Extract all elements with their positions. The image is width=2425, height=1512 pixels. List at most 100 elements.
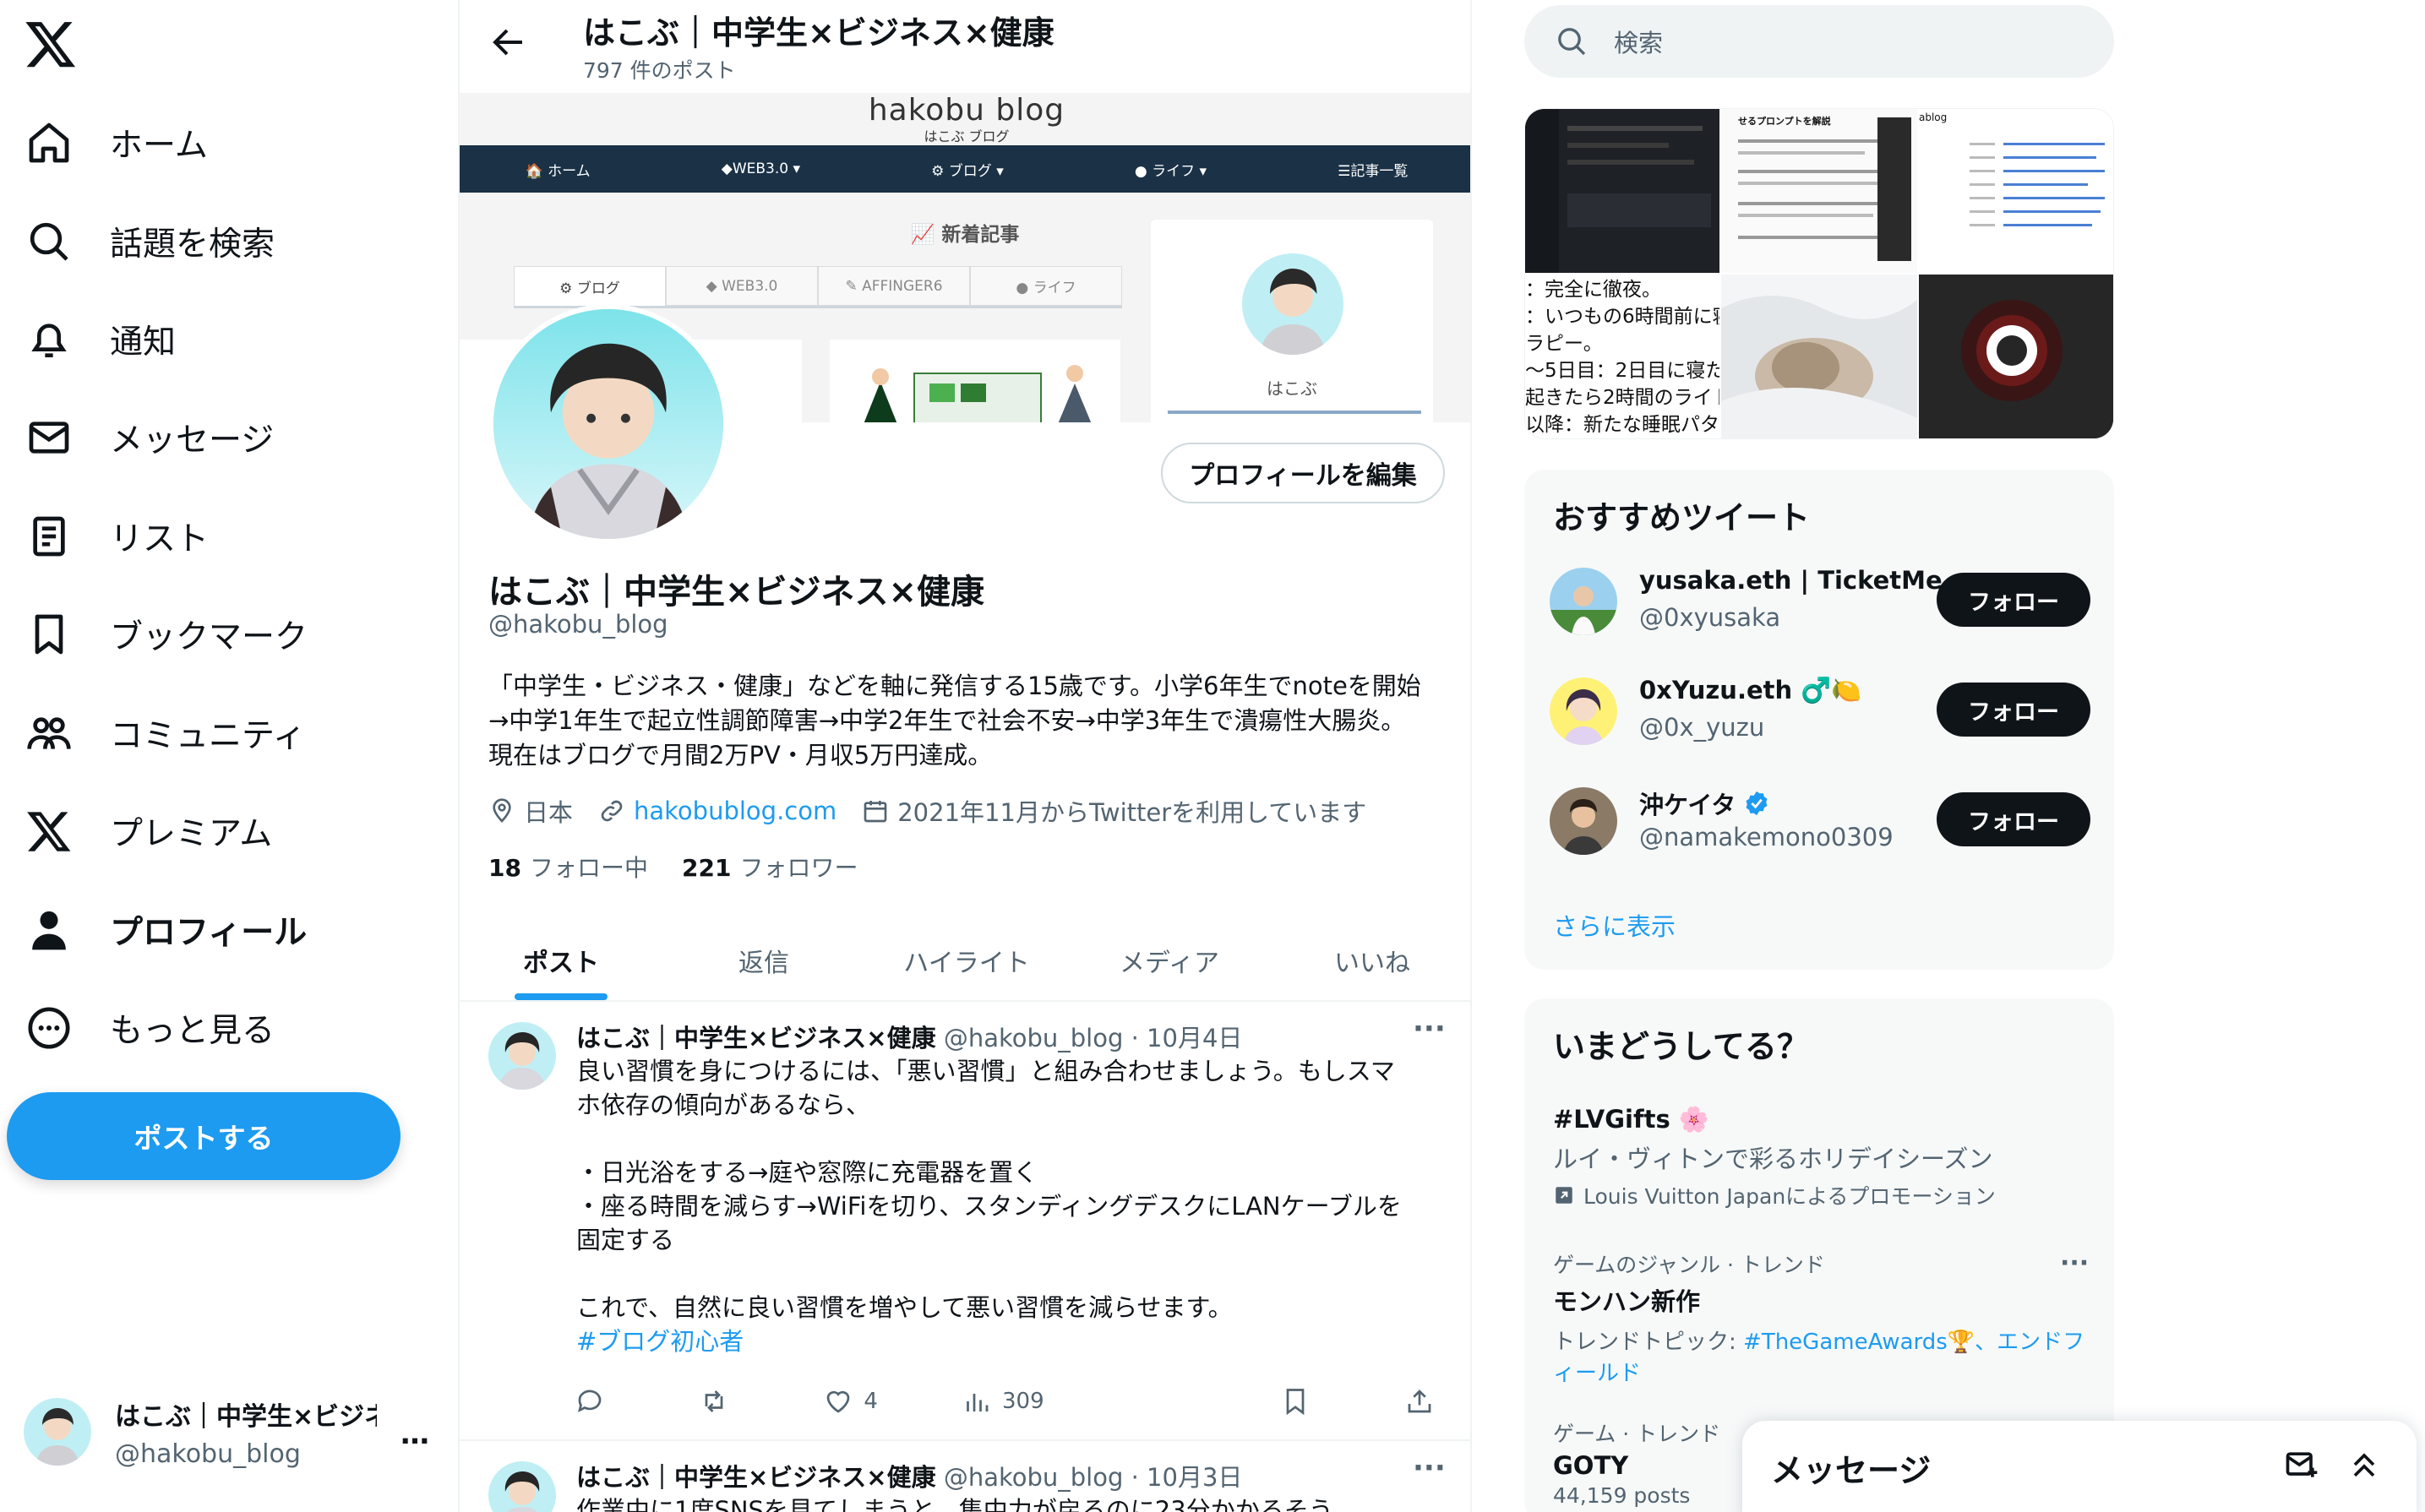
nav-label: 話題を検索 xyxy=(110,226,275,264)
avatar xyxy=(24,1398,91,1466)
banner-nav-item: ● ライフ ▾ xyxy=(1134,162,1207,180)
trend-category: ゲームのジャンル · トレンド xyxy=(1553,1253,1825,1277)
recommended-panel: おすすめツイート yusaka.eth | TicketMe @0xyusaka… xyxy=(1524,470,2114,970)
reply-button[interactable] xyxy=(575,1386,615,1417)
tweet-actions: 4 309 xyxy=(575,1380,1445,1422)
nav-item-lists[interactable]: リスト xyxy=(17,498,439,574)
show-more-link[interactable]: さらに表示 xyxy=(1553,907,1676,943)
trend-description: ルイ・ヴィトンで彩るホリデイシーズン xyxy=(1553,1145,1993,1173)
recommended-handle: @0xyusaka xyxy=(1639,603,1781,632)
post-count: 797 件のポスト xyxy=(583,58,736,83)
recommended-user[interactable]: 沖ケイタ @namakemono0309 フォロー xyxy=(1550,779,2099,863)
more-icon[interactable]: … xyxy=(401,1417,429,1451)
banner-tab: ◆ WEB3.0 xyxy=(666,266,818,306)
recommended-user[interactable]: 0xYuzu.eth ♂️🍋 @0x_yuzu フォロー xyxy=(1550,669,2099,753)
search-bar[interactable]: 検索 xyxy=(1524,5,2114,78)
page-title: はこぶ｜中学生×ビジネス×健康 xyxy=(583,14,1054,52)
media-thumbnail[interactable] xyxy=(1919,275,2113,438)
post-button[interactable]: ポストする xyxy=(7,1092,401,1180)
back-arrow-icon[interactable] xyxy=(488,22,529,63)
recommended-user[interactable]: yusaka.eth | TicketMe @0xyusaka フォロー xyxy=(1550,559,2099,644)
nav-item-explore[interactable]: 話題を検索 xyxy=(17,204,439,280)
tweet[interactable]: はこぶ｜中学生×ビジネス×健康 @hakobu_blog · 10月4日 ···… xyxy=(460,1003,1470,1441)
more-icon[interactable]: ··· xyxy=(1413,1451,1446,1485)
trend-item[interactable]: ゲーム · トレンド GOTY 44,159 posts xyxy=(1553,1417,1720,1508)
avatar[interactable] xyxy=(488,1461,556,1512)
trend-item[interactable]: ゲームのジャンル · トレンド モンハン新作 トレンドトピック: #TheGam… xyxy=(1553,1248,2089,1387)
bookmark-button[interactable] xyxy=(1280,1386,1321,1417)
calendar-icon xyxy=(862,797,889,824)
media-thumbnail[interactable] xyxy=(1525,109,1719,273)
tab-replies[interactable]: 返信 xyxy=(662,921,865,1000)
share-button[interactable] xyxy=(1404,1386,1445,1417)
expand-chevron-icon[interactable] xyxy=(2346,1446,2383,1483)
nav-item-more[interactable]: もっと見る xyxy=(17,990,439,1066)
banner-nav-item: ◆WEB3.0 ▾ xyxy=(721,160,801,177)
follow-button[interactable]: フォロー xyxy=(1937,573,2090,627)
avatar[interactable] xyxy=(1550,568,1617,635)
x-logo-icon xyxy=(25,808,73,855)
tab-likes[interactable]: いいね xyxy=(1271,921,1470,1000)
profile-avatar[interactable] xyxy=(488,304,728,544)
account-switcher[interactable]: はこぶ｜中学生×ビジネ @hakobu_blog … xyxy=(24,1394,429,1470)
media-thumbnail[interactable]: せるプロンプトを解説 xyxy=(1721,109,1917,273)
profile-joined: 2021年11月からTwitterを利用しています xyxy=(897,798,1367,827)
banner-nav-item: 🏠 ホーム xyxy=(525,162,591,180)
profile-website-link[interactable]: hakobublog.com xyxy=(634,797,836,825)
banner-new-articles: 📈 新着記事 xyxy=(910,224,1020,246)
follow-button[interactable]: フォロー xyxy=(1937,683,2090,737)
profile-header: はこぶ｜中学生×ビジネス×健康 797 件のポスト xyxy=(460,0,1470,93)
promoted-icon xyxy=(1556,1187,1572,1204)
tab-media[interactable]: メディア xyxy=(1068,921,1271,1000)
nav-item-notifications[interactable]: 通知 xyxy=(17,302,439,378)
nav-item-premium[interactable]: プレミアム xyxy=(17,793,439,869)
verified-badge-icon xyxy=(1746,791,1768,816)
bookmark-icon xyxy=(25,611,73,658)
tab-posts[interactable]: ポスト xyxy=(460,921,662,1000)
nav-item-communities[interactable]: コミュニティ xyxy=(17,695,439,771)
recommended-handle: @namakemono0309 xyxy=(1639,823,1894,851)
trend-promo: Louis Vuitton Japanによるプロモーション xyxy=(1553,1180,1996,1210)
media-thumbnail[interactable]: ablog xyxy=(1919,109,2113,273)
nav-item-messages[interactable]: メッセージ xyxy=(17,400,439,476)
tweet-header: はこぶ｜中学生×ビジネス×健康 @hakobu_blog · 10月4日 xyxy=(576,1024,1243,1052)
media-thumbnail[interactable] xyxy=(1721,275,1917,438)
hashtag-link[interactable]: #ブログ初心者 xyxy=(576,1327,744,1356)
nav-item-home[interactable]: ホーム xyxy=(17,105,439,181)
location-icon xyxy=(488,797,515,824)
avatar[interactable] xyxy=(488,1022,556,1090)
tweet[interactable]: はこぶ｜中学生×ビジネス×健康 @hakobu_blog · 10月3日 ···… xyxy=(460,1443,1470,1512)
bio-line: 「中学生・ビジネス・健康」などを軸に発信する15歳です。小学6年生でnoteを開… xyxy=(488,672,1421,700)
account-name: はこぶ｜中学生×ビジネ xyxy=(115,1401,377,1432)
edit-profile-button[interactable]: プロフィールを編集 xyxy=(1161,443,1445,503)
tweet-text: 良い習慣を身につけるには、「悪い習慣」と組み合わせましょう。もしスマ ホ依存の傾… xyxy=(576,1057,1402,1356)
views-button[interactable]: 309 xyxy=(962,1386,1044,1417)
share-icon xyxy=(1408,1390,1431,1413)
avatar[interactable] xyxy=(1550,787,1617,855)
profile-column: hakobu blog はこぶ ブログ 🏠 ホーム ◆WEB3.0 ▾ ⚙ ブロ… xyxy=(458,0,1472,1512)
nav-label: メッセージ xyxy=(110,422,275,460)
media-thumbnail[interactable]: ：完全に徹夜。 ：いつもの6時間前に寝 ラピー。 〜5日目：2日目に寝た時 起き… xyxy=(1525,275,1719,438)
avatar[interactable] xyxy=(1550,677,1617,745)
nav-label: プレミアム xyxy=(110,815,273,853)
left-navigation: ホーム 話題を検索 通知 メッセージ リスト ブックマーク コミュニティ プレミ… xyxy=(0,0,456,1512)
follow-button[interactable]: フォロー xyxy=(1937,792,2090,846)
search-input[interactable]: 検索 xyxy=(1614,24,1663,59)
like-button[interactable]: 4 xyxy=(823,1386,878,1417)
new-message-icon[interactable] xyxy=(2283,1446,2320,1483)
nav-item-bookmarks[interactable]: ブックマーク xyxy=(17,596,439,672)
trend-item-promoted[interactable]: #LVGifts 🌸 ルイ・ヴィトンで彩るホリデイシーズン Louis Vuit… xyxy=(1553,1105,1996,1210)
x-logo-icon[interactable] xyxy=(24,17,78,71)
messages-drawer[interactable]: メッセージ xyxy=(1742,1421,2417,1512)
media-preview-grid[interactable]: せるプロンプトを解説 ablog ：完全に徹夜。 ：いつもの6時間前に寝 ラピー… xyxy=(1524,108,2114,439)
nav-item-profile[interactable]: プロフィール xyxy=(17,892,439,968)
more-icon[interactable]: ··· xyxy=(2060,1248,2089,1278)
trend-topic-continued: ィールド xyxy=(1553,1361,1642,1386)
repost-button[interactable] xyxy=(699,1386,739,1417)
nav-label: もっと見る xyxy=(110,1012,275,1050)
more-icon[interactable]: ··· xyxy=(1413,1012,1446,1046)
tab-highlights[interactable]: ハイライト xyxy=(865,921,1068,1000)
followers-link[interactable]: 221 フォロワー xyxy=(682,850,858,884)
following-link[interactable]: 18 フォロー中 xyxy=(488,850,648,884)
messages-title: メッセージ xyxy=(1771,1452,1932,1489)
